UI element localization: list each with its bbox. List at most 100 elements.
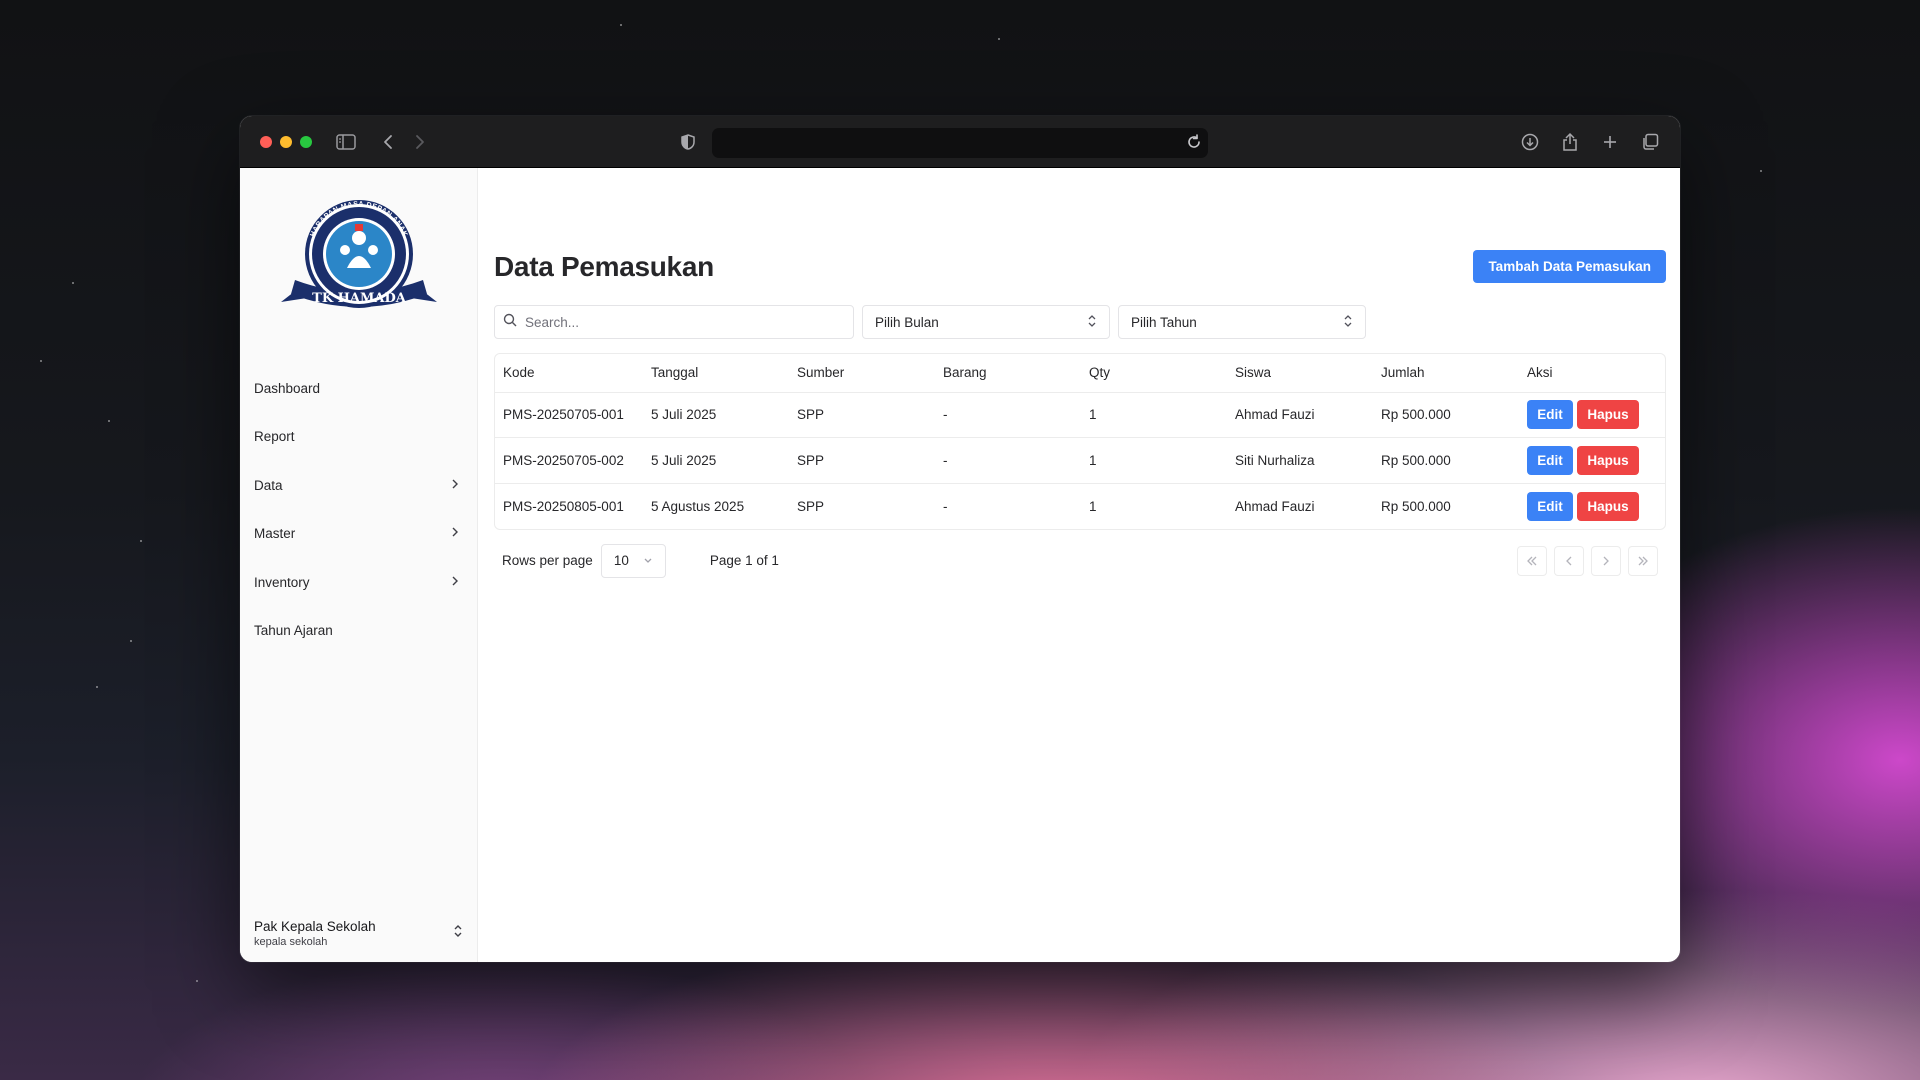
- table-header-row: Kode Tanggal Sumber Barang Qty Siswa Jumlah Aks…: [495, 354, 1665, 393]
- edit-button[interactable]: Edit: [1527, 445, 1573, 475]
- cell-jumlah: Rp 500.000: [1373, 392, 1519, 438]
- column-header: Jumlah: [1373, 354, 1519, 393]
- cell-jumlah: Rp 500.000: [1373, 437, 1519, 484]
- cell-actions: Edit Hapus: [1519, 437, 1665, 484]
- back-icon[interactable]: [376, 130, 400, 154]
- reload-icon[interactable]: [1186, 134, 1202, 155]
- cell-kode: PMS-20250805-001: [503, 498, 624, 514]
- cell-sumber: SPP: [797, 498, 825, 514]
- column-header: Sumber: [789, 354, 935, 393]
- cell-barang: -: [935, 437, 1081, 484]
- sidebar-item-data[interactable]: Data: [254, 461, 463, 510]
- cell-tanggal: 5 Juli 2025: [643, 437, 789, 484]
- cell-sumber: SPP: [789, 437, 935, 484]
- edit-button[interactable]: Edit: [1527, 400, 1573, 430]
- sidebar-item-label: Inventory: [254, 574, 310, 590]
- cell-tanggal: 5 Agustus 2025: [651, 498, 745, 514]
- cell-qty: 1: [1081, 392, 1227, 438]
- cell-qty: 1: [1081, 437, 1227, 484]
- search-box: [494, 305, 854, 339]
- table-row: PMS-20250705-002 5 Juli 2025 SPP -1 Siti Nur…: [495, 437, 1665, 484]
- share-icon[interactable]: [1558, 130, 1582, 154]
- chevron-right-icon: [451, 526, 463, 541]
- address-bar[interactable]: [712, 128, 1208, 158]
- cell-actions: Edit Hapus: [1519, 483, 1665, 529]
- school-logo: HARAPAN MASA DEPAN ANAK TK HAMADA: [280, 200, 437, 308]
- sidebar-item-label: Report: [254, 429, 295, 445]
- browser-window: HARAPAN MASA DEPAN ANAK TK HAMADA Dashbo…: [240, 116, 1680, 962]
- chevron-left-icon: [1566, 556, 1572, 565]
- sidebar-item-label: Tahun Ajaran: [254, 623, 333, 639]
- year-select-label: Pilih Tahun: [1131, 314, 1197, 330]
- previous-page-button[interactable]: [1554, 545, 1584, 576]
- chevrons-right-icon: [1638, 556, 1648, 565]
- cell-siswa: Ahmad Fauzi: [1227, 392, 1373, 438]
- pagination-bar: Rows per page 10 Page 1 of 1: [494, 543, 1666, 578]
- chevron-right-icon: [451, 478, 463, 493]
- cell-siswa: Ahmad Fauzi: [1235, 498, 1315, 514]
- search-input[interactable]: [525, 314, 845, 330]
- forward-icon[interactable]: [408, 130, 432, 154]
- edit-button[interactable]: Edit: [1527, 491, 1573, 521]
- rows-per-page-value: 10: [613, 553, 629, 568]
- chevron-right-icon: [451, 575, 463, 590]
- delete-button[interactable]: Hapus: [1577, 400, 1639, 430]
- cell-tanggal: 5 Juli 2025: [643, 392, 789, 438]
- chevrons-up-down-icon: [1087, 314, 1097, 331]
- income-table: Kode Tanggal Sumber Barang Qty Siswa Jumlah Aks…: [494, 353, 1666, 530]
- user-menu[interactable]: Pak Kepala Sekolah kepala sekolah: [254, 919, 463, 948]
- sidebar-item-inventory[interactable]: Inventory: [254, 558, 463, 607]
- column-header: Kode: [495, 354, 643, 393]
- sidebar-item-dashboard[interactable]: Dashboard: [254, 364, 463, 413]
- chevrons-up-down-icon: [453, 924, 463, 943]
- column-header: Barang: [935, 354, 1081, 393]
- cell-actions: Edit Hapus: [1519, 392, 1665, 438]
- chevrons-left-icon: [1527, 556, 1537, 565]
- column-header: Qty: [1081, 354, 1227, 393]
- zoom-window-button[interactable]: [300, 136, 312, 148]
- year-select[interactable]: Pilih Tahun: [1118, 305, 1366, 339]
- column-header: Aksi: [1519, 354, 1665, 393]
- sidebar-item-tahun-ajaran[interactable]: Tahun Ajaran: [254, 607, 463, 656]
- last-page-button[interactable]: [1628, 545, 1658, 576]
- sidebar-item-label: Data: [254, 477, 283, 493]
- sidebar-nav: Dashboard Report Data Master Inventory Tahun …: [254, 364, 463, 655]
- cell-sumber: SPP: [789, 392, 935, 438]
- tab-overview-icon[interactable]: [1638, 130, 1662, 154]
- minimize-window-button[interactable]: [280, 136, 292, 148]
- rows-per-page-select[interactable]: 10: [600, 543, 666, 578]
- month-select[interactable]: Pilih Bulan: [862, 305, 1110, 339]
- browser-toolbar: [240, 116, 1680, 168]
- sidebar-item-master[interactable]: Master: [254, 510, 463, 559]
- cell-barang: -: [943, 498, 948, 514]
- chevron-down-icon: [643, 553, 653, 568]
- cell-kode: PMS-20250705-002: [495, 437, 643, 484]
- close-window-button[interactable]: [260, 136, 272, 148]
- next-page-button[interactable]: [1591, 545, 1621, 576]
- new-tab-icon[interactable]: [1598, 130, 1622, 154]
- sidebar: HARAPAN MASA DEPAN ANAK TK HAMADA Dashbo…: [240, 168, 478, 962]
- month-select-label: Pilih Bulan: [875, 314, 939, 330]
- table-row: PMS-20250805-001 5 Agustus 2025 SPP - 1 Ahmad…: [495, 483, 1665, 529]
- cell-jumlah: Rp 500.000: [1381, 498, 1451, 514]
- sidebar-toggle-icon[interactable]: [334, 130, 358, 154]
- first-page-button[interactable]: [1517, 545, 1547, 576]
- page-title: Data Pemasukan: [494, 250, 714, 282]
- column-header: Tanggal: [643, 354, 789, 393]
- delete-button[interactable]: Hapus: [1577, 491, 1639, 521]
- chevrons-up-down-icon: [1343, 314, 1353, 331]
- add-income-button[interactable]: Tambah Data Pemasukan: [1473, 250, 1666, 283]
- cell-qty: 1: [1089, 498, 1097, 514]
- download-icon[interactable]: [1518, 130, 1542, 154]
- cell-kode: PMS-20250705-001: [495, 392, 643, 438]
- page-info: Page 1 of 1: [709, 553, 779, 568]
- sidebar-item-label: Master: [254, 526, 296, 542]
- delete-button[interactable]: Hapus: [1577, 445, 1639, 475]
- sidebar-item-report[interactable]: Report: [254, 413, 463, 462]
- privacy-shield-icon[interactable]: [676, 130, 700, 154]
- main-content: Data Pemasukan Tambah Data Pemasukan Pil…: [478, 168, 1680, 962]
- logo-ribbon-text: TK HAMADA: [312, 291, 407, 306]
- sidebar-item-label: Dashboard: [254, 380, 321, 396]
- table-row: PMS-20250705-001 5 Juli 2025 SPP -1 Ahmad Fa…: [495, 392, 1665, 438]
- rows-per-page-label: Rows per page: [502, 553, 593, 568]
